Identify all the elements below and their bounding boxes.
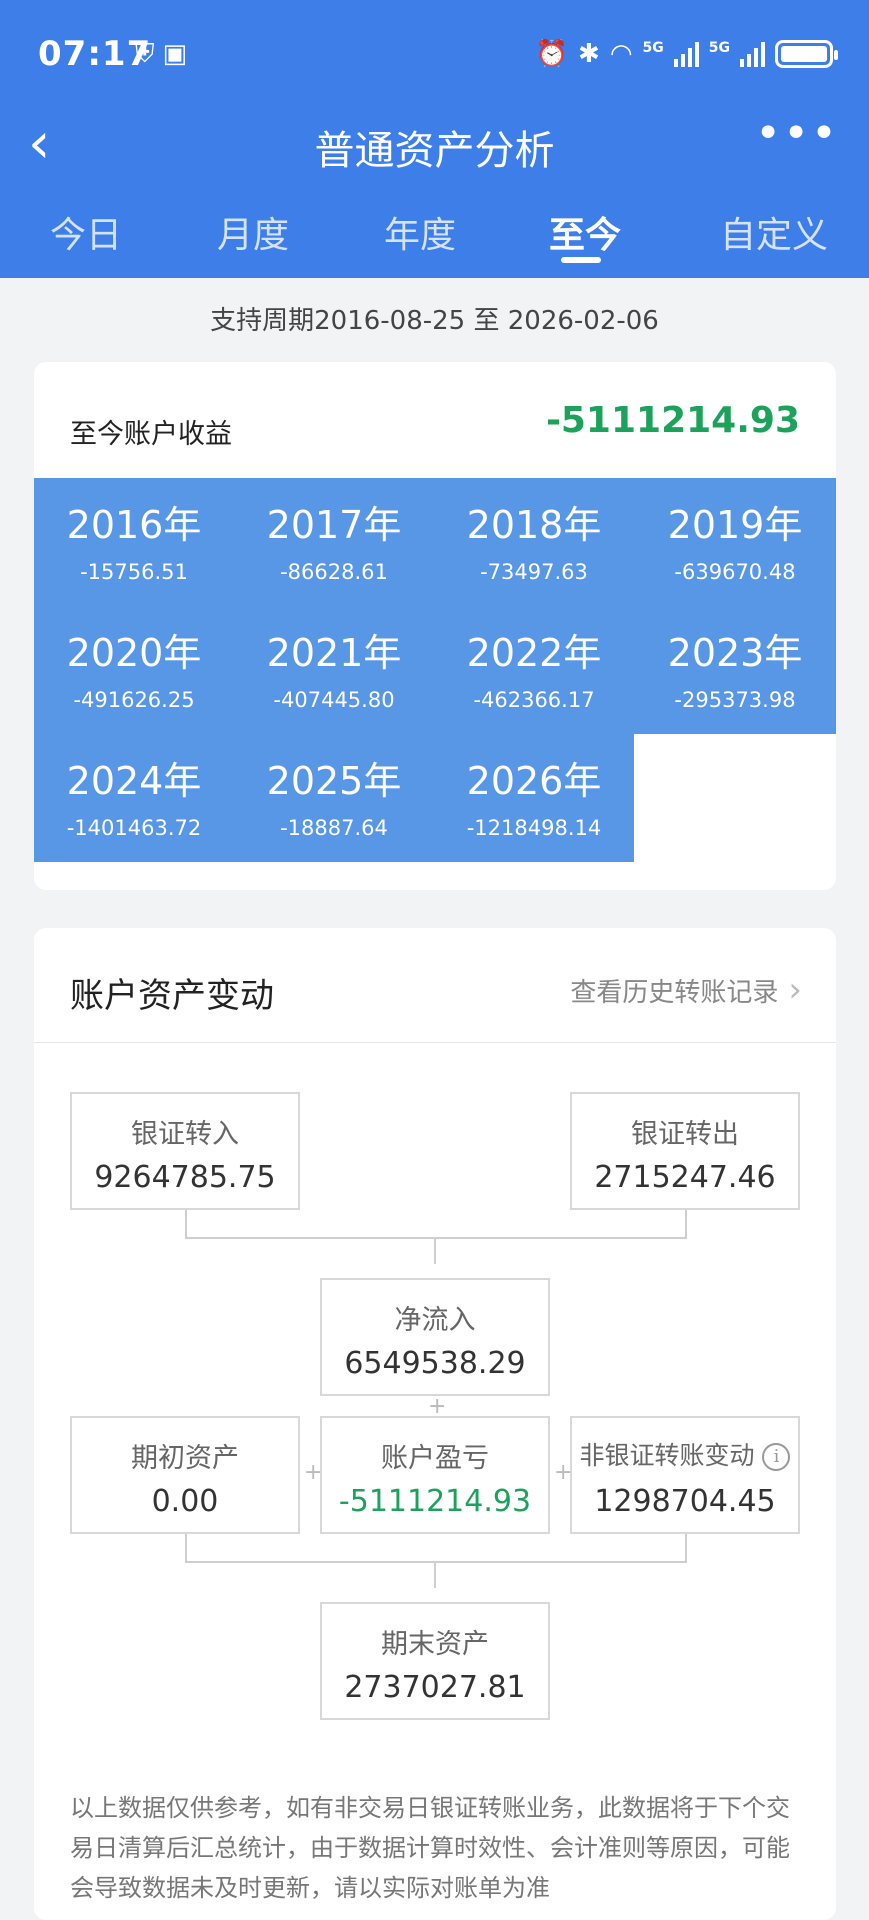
year-cell[interactable]: 2021年 -407445.80 bbox=[234, 606, 434, 734]
wifi-icon: ◠ bbox=[609, 39, 633, 69]
section-title: 账户资产变动 bbox=[70, 976, 274, 1016]
connector-line bbox=[685, 1210, 687, 1238]
battery-icon bbox=[775, 40, 838, 68]
connector-line bbox=[185, 1534, 187, 1562]
more-icon[interactable]: ••• bbox=[755, 112, 839, 156]
connector-arrow bbox=[434, 1562, 436, 1588]
signal-icon-2 bbox=[740, 41, 765, 67]
connector-arrow bbox=[434, 1238, 436, 1264]
connector-line bbox=[185, 1210, 187, 1238]
tab-to-date[interactable]: 至今 bbox=[545, 206, 625, 258]
divider bbox=[34, 1042, 836, 1043]
earnings-card: 至今账户收益 -5111214.93 2016年 -15756.51 2017年 -… bbox=[34, 362, 836, 890]
period-range: 支持周期2016-08-25 至 2026-02-06 bbox=[210, 306, 659, 336]
tab-monthly[interactable]: 月度 bbox=[213, 206, 293, 258]
history-link-label: 查看历史转账记录 bbox=[570, 977, 779, 1008]
year-cell[interactable]: 2025年 -18887.64 bbox=[234, 734, 434, 862]
initial-assets-box: 期初资产 0.00 bbox=[70, 1416, 300, 1534]
tab-custom[interactable]: 自定义 bbox=[714, 206, 834, 258]
net-inflow-box: 净流入 6549538.29 bbox=[320, 1278, 550, 1396]
asset-change-card: 账户资产变动 查看历史转账记录 › 银证转入 9264785.75 银证转出 2… bbox=[34, 928, 836, 1920]
yearly-earnings-grid: 2016年 -15756.51 2017年 -86628.61 2018年 -7349… bbox=[34, 478, 836, 864]
year-cell[interactable]: 2022年 -462366.17 bbox=[434, 606, 634, 734]
disclaimer-note: 以上数据仅供参考，如有非交易日银证转账业务，此数据将于下个交易日清算后汇总统计，… bbox=[70, 1794, 790, 1902]
bluetooth-icon: ✱ bbox=[578, 39, 600, 69]
chevron-right-icon: › bbox=[788, 970, 802, 1010]
network-5g-badge-2: 5G bbox=[708, 40, 730, 56]
network-5g-badge: 5G bbox=[642, 40, 664, 56]
connector-line bbox=[185, 1561, 687, 1563]
transfer-in-box: 银证转入 9264785.75 bbox=[70, 1092, 300, 1210]
tab-yearly[interactable]: 年度 bbox=[380, 206, 460, 258]
history-transfer-link[interactable]: 查看历史转账记录 › bbox=[570, 970, 802, 1010]
active-tab-indicator bbox=[561, 257, 601, 263]
period-tabs: 今日 月度 年度 至今 自定义 bbox=[0, 206, 869, 270]
page-title: 普通资产分析 bbox=[314, 128, 555, 174]
year-cell[interactable]: 2016年 -15756.51 bbox=[34, 478, 234, 606]
app-notification-icon: ▣ bbox=[162, 39, 188, 69]
pnl-box: 账户盈亏 -5111214.93 bbox=[320, 1416, 550, 1534]
non-bank-change-box: 非银证转账变动 i 1298704.45 bbox=[570, 1416, 800, 1534]
transfer-out-box: 银证转出 2715247.46 bbox=[570, 1092, 800, 1210]
year-cell[interactable]: 2018年 -73497.63 bbox=[434, 478, 634, 606]
info-icon[interactable]: i bbox=[762, 1443, 791, 1471]
nav-bar: ‹ 普通资产分析 ••• bbox=[0, 112, 869, 182]
connector-line bbox=[685, 1534, 687, 1562]
year-cell[interactable]: 2017年 -86628.61 bbox=[234, 478, 434, 606]
year-cell[interactable]: 2024年 -1401463.72 bbox=[34, 734, 234, 862]
earnings-total: -5111214.93 bbox=[545, 400, 800, 441]
connector-line bbox=[185, 1237, 687, 1239]
year-cell[interactable]: 2026年 -1218498.14 bbox=[434, 734, 634, 862]
ending-assets-box: 期末资产 2737027.81 bbox=[320, 1602, 550, 1720]
alarm-icon: ⏰ bbox=[535, 39, 569, 69]
tab-today[interactable]: 今日 bbox=[46, 206, 126, 258]
year-cell[interactable]: 2020年 -491626.25 bbox=[34, 606, 234, 734]
earnings-label: 至今账户收益 bbox=[70, 419, 232, 450]
signal-icon bbox=[673, 41, 699, 67]
shield-icon: ⛨ bbox=[135, 39, 155, 69]
app-header: 07:17 ⛨ ▣ ⏰ ✱ ◠ 5G 5G ‹ 普通资产分析 ••• 今日 月度… bbox=[0, 0, 869, 278]
year-cell[interactable]: 2019年 -639670.48 bbox=[634, 478, 836, 606]
status-bar: 07:17 ⛨ ▣ ⏰ ✱ ◠ 5G 5G bbox=[0, 0, 869, 110]
year-cell[interactable]: 2023年 -295373.98 bbox=[634, 606, 836, 734]
